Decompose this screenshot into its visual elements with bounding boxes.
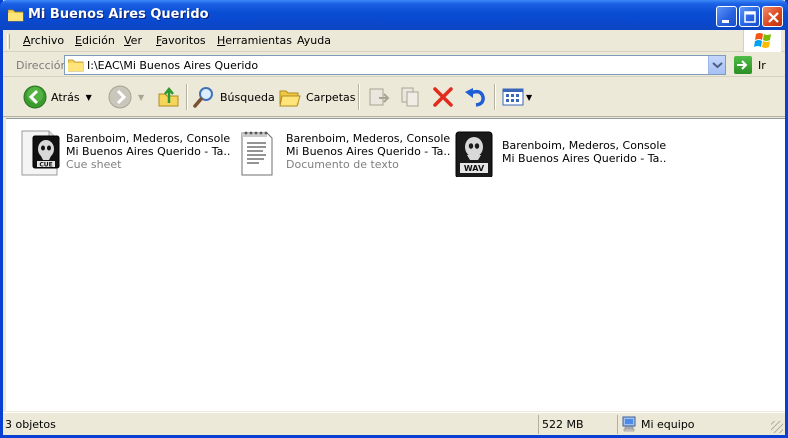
status-divider [538,415,539,434]
maximize-icon [744,11,756,23]
status-object-count: 3 objetos [5,418,56,431]
file-item[interactable]: WAV Barenboim, Mederos, Console - Mi Bue… [455,125,667,177]
svg-text:WAV: WAV [464,164,485,173]
menu-edicion[interactable]: Edición [75,34,115,47]
menu-bar: Archivo Edición Ver Favoritos Herramient… [3,30,785,52]
undo-button[interactable] [463,82,487,112]
move-to-icon [369,88,390,106]
file-label: Barenboim, Mederos, Console - Mi Buenos … [286,132,451,171]
file-label: Barenboim, Mederos, Console - Mi Buenos … [66,132,231,171]
menu-archivo[interactable]: Archivo [23,34,64,47]
resize-grip[interactable] [771,421,783,433]
chevron-down-icon[interactable]: ▼ [526,93,532,102]
address-input[interactable]: I:\EAC\Mi Buenos Aires Querido [64,55,726,75]
status-bar: 3 objetos 522 MB Mi equipo [3,412,785,435]
go-button[interactable] [734,56,752,74]
forward-button[interactable]: ▼ [108,82,144,112]
folder-icon [68,59,84,72]
close-icon [768,12,779,23]
file-item[interactable]: CUE Barenboim, Mederos, Console - Mi Bue… [19,125,231,177]
menu-favoritos[interactable]: Favoritos [156,34,206,47]
up-button[interactable] [157,82,181,112]
folder-icon [8,9,24,22]
views-button[interactable]: ▼ [501,82,532,112]
file-label: Barenboim, Mederos, Console - Mi Buenos … [502,139,667,165]
back-button[interactable]: Atrás ▼ [23,82,92,112]
title-bar[interactable]: Mi Buenos Aires Querido [0,0,788,30]
delete-icon [433,87,453,107]
address-dropdown-button[interactable] [708,56,725,74]
toolbar-separator [358,84,360,110]
chevron-down-icon[interactable]: ▼ [86,93,92,102]
back-arrow-icon [23,85,47,109]
address-path: I:\EAC\Mi Buenos Aires Querido [87,59,259,72]
search-icon [193,87,213,108]
move-to-button[interactable] [367,82,391,112]
delete-button[interactable] [431,82,455,112]
forward-arrow-icon [108,85,132,109]
menu-herramientas[interactable]: Herramientas [217,34,292,47]
toolbar-separator [494,84,496,110]
status-location: Mi equipo [641,418,695,431]
status-size: 522 MB [542,418,584,431]
search-button[interactable]: Búsqueda [192,82,275,112]
cue-file-icon: CUE [21,130,60,176]
menu-grip[interactable] [7,34,10,49]
menu-ayuda[interactable]: Ayuda [297,34,331,47]
copy-to-button[interactable] [399,82,423,112]
up-folder-icon [158,86,179,107]
minimize-icon [722,20,729,23]
folders-icon [279,90,301,107]
close-button[interactable] [762,6,783,27]
explorer-window: Mi Buenos Aires Querido Archivo Edición … [0,0,788,438]
standard-toolbar: Atrás ▼ ▼ Búsqueda Carpetas ▼ [3,78,785,117]
text-document-icon [241,131,273,176]
svg-text:CUE: CUE [39,162,52,169]
go-label[interactable]: Ir [758,59,766,72]
folders-button[interactable]: Carpetas [278,82,355,112]
file-item[interactable]: Barenboim, Mederos, Console - Mi Buenos … [237,125,451,177]
address-bar: Dirección I:\EAC\Mi Buenos Aires Querido… [3,53,785,77]
chevron-down-icon [712,62,723,69]
wav-file-icon: WAV [455,131,493,177]
status-divider [617,415,618,434]
minimize-button[interactable] [716,6,737,27]
address-label: Dirección [16,59,68,72]
views-icon [502,88,524,106]
my-computer-icon [622,416,636,432]
chevron-down-icon[interactable]: ▼ [138,93,144,102]
menu-ver[interactable]: Ver [124,34,142,47]
copy-to-icon [401,87,419,107]
window-title: Mi Buenos Aires Querido [28,7,209,22]
windows-logo-icon [743,30,781,52]
go-arrow-icon [737,60,748,70]
toolbar-separator [186,84,188,110]
maximize-button[interactable] [739,6,760,27]
file-view[interactable]: CUE Barenboim, Mederos, Console - Mi Bue… [6,118,785,411]
undo-icon [465,88,485,107]
